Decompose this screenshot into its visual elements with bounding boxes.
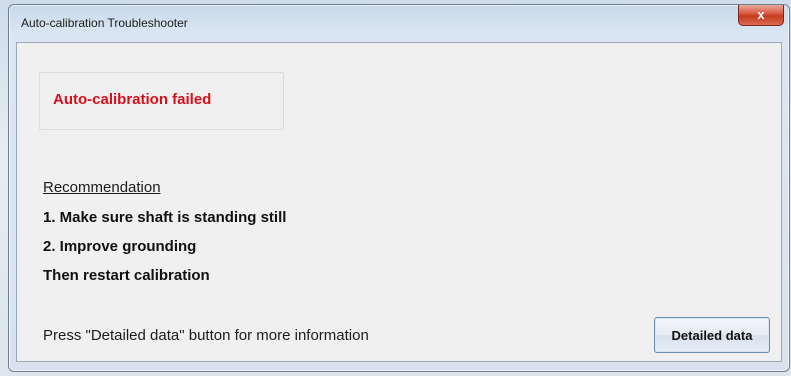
recommendation-step: 2. Improve grounding	[43, 238, 197, 255]
detailed-data-button[interactable]: Detailed data	[654, 317, 770, 353]
recommendation-step: 1. Make sure shaft is standing still	[43, 209, 287, 226]
recommendation-step: Then restart calibration	[43, 267, 210, 284]
close-button[interactable]: x	[738, 5, 784, 26]
recommendation-heading: Recommendation	[43, 179, 161, 196]
window-title: Auto-calibration Troubleshooter	[21, 16, 188, 30]
dialog-content: Auto-calibration failed Recommendation 1…	[16, 42, 782, 362]
title-bar[interactable]: Auto-calibration Troubleshooter x	[9, 5, 789, 43]
close-icon: x	[757, 7, 765, 22]
troubleshooter-window: Auto-calibration Troubleshooter x Auto-c…	[8, 4, 790, 372]
info-text: Press "Detailed data" button for more in…	[43, 327, 369, 344]
status-panel: Auto-calibration failed	[39, 72, 284, 130]
status-message: Auto-calibration failed	[53, 91, 212, 108]
